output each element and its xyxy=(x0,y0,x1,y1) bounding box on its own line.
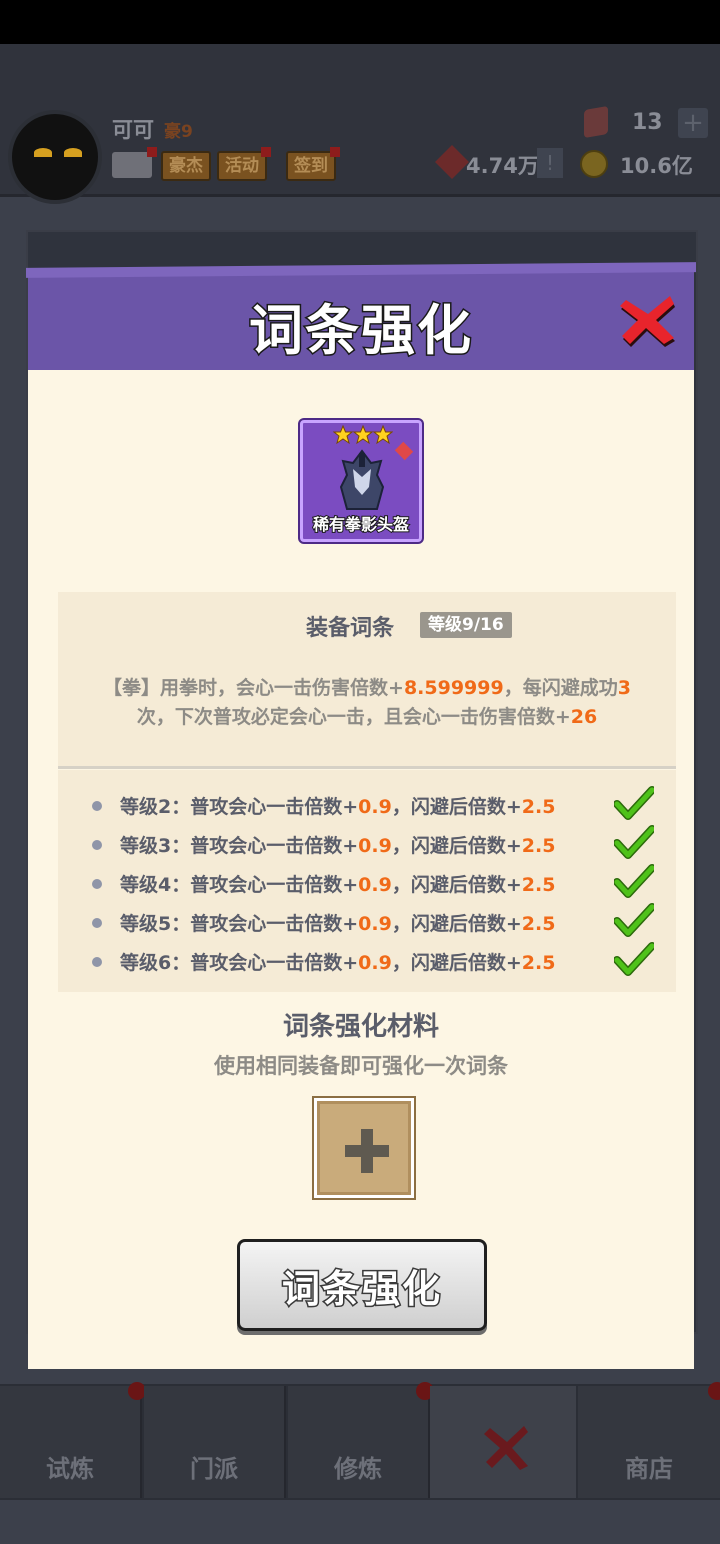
affix-description: 【拳】用拳时，会心一击伤害倍数+8.599999，每闪避成功3 次，下次普攻必定会… xyxy=(103,677,631,728)
close-icon xyxy=(484,1426,528,1470)
vip-label: 豪9 xyxy=(164,122,193,142)
nav-cultivate[interactable]: 修炼 xyxy=(288,1382,434,1498)
level-badge: 等级9/16 xyxy=(420,612,512,638)
check-icon xyxy=(614,786,654,820)
affix-title: 装备词条 xyxy=(306,616,395,641)
notification-dot xyxy=(147,147,157,157)
equipment-slot[interactable]: 稀有拳影头盔 xyxy=(300,420,422,542)
nav-close-tab[interactable] xyxy=(430,1386,576,1498)
star-rating-icon xyxy=(333,425,393,445)
dialog-title: 词条强化 xyxy=(248,298,473,364)
mail-icon[interactable] xyxy=(112,147,157,178)
gem-icon xyxy=(584,105,608,139)
affix-panel: 装备词条 等级9/16 【拳】用拳时，会心一击伤害倍数+8.599999，每闪避… xyxy=(58,592,676,766)
notification-dot xyxy=(261,147,271,157)
affix-enhance-dialog: 词条强化 稀有拳影头盔 装备词条 等级9/16 【拳】用拳时，会心一击伤害倍数+… xyxy=(26,262,696,1369)
check-icon xyxy=(614,864,654,898)
check-icon xyxy=(614,825,654,859)
power-info-button[interactable]: ! xyxy=(537,148,563,178)
material-title: 词条强化材料 xyxy=(282,1012,439,1042)
level-list: 等级2：普攻会心一击倍数+0.9，闪避后倍数+2.5 等级3：普攻会心一击倍数+… xyxy=(58,770,676,992)
coin-value: 10.6亿 xyxy=(620,154,693,178)
nav-trial[interactable]: 试炼 xyxy=(0,1382,146,1498)
add-material-button[interactable] xyxy=(314,1098,414,1198)
enhance-affix-button[interactable]: 词条强化 xyxy=(237,1239,487,1331)
add-gem-button[interactable]: + xyxy=(678,108,708,138)
power-value: 4.74万 xyxy=(466,154,539,178)
check-icon xyxy=(614,903,654,937)
level-row: 等级3：普攻会心一击倍数+0.9，闪避后倍数+2.5 xyxy=(58,825,676,863)
helmet-icon xyxy=(339,449,385,510)
coin-icon xyxy=(580,150,608,178)
top-hud xyxy=(0,44,720,197)
player-name: 可可 xyxy=(112,118,154,142)
player-avatar[interactable] xyxy=(8,110,102,204)
tag-button-haojie[interactable]: 豪杰 xyxy=(161,151,211,181)
gem-count: 13 xyxy=(632,110,663,135)
nav-shop[interactable]: 商店 xyxy=(578,1382,720,1498)
notification-dot xyxy=(330,147,340,157)
item-name: 稀有拳影头盔 xyxy=(312,514,410,535)
check-icon xyxy=(614,942,654,976)
close-icon[interactable] xyxy=(620,292,676,348)
level-row: 等级5：普攻会心一击倍数+0.9，闪避后倍数+2.5 xyxy=(58,903,676,941)
tag-button-signin[interactable]: 签到 xyxy=(286,147,340,181)
nav-sect[interactable]: 门派 xyxy=(144,1386,286,1498)
divider xyxy=(58,766,676,769)
status-bar xyxy=(0,0,720,44)
gem-icon xyxy=(394,441,414,461)
level-row: 等级6：普攻会心一击倍数+0.9，闪避后倍数+2.5 xyxy=(58,942,676,980)
notification-dot xyxy=(708,1382,720,1400)
level-row: 等级4：普攻会心一击倍数+0.9，闪避后倍数+2.5 xyxy=(58,864,676,902)
tag-button-activity[interactable]: 活动 xyxy=(217,147,271,181)
level-row: 等级2：普攻会心一击倍数+0.9，闪避后倍数+2.5 xyxy=(58,786,676,824)
material-subtitle: 使用相同装备即可强化一次词条 xyxy=(214,1054,508,1078)
